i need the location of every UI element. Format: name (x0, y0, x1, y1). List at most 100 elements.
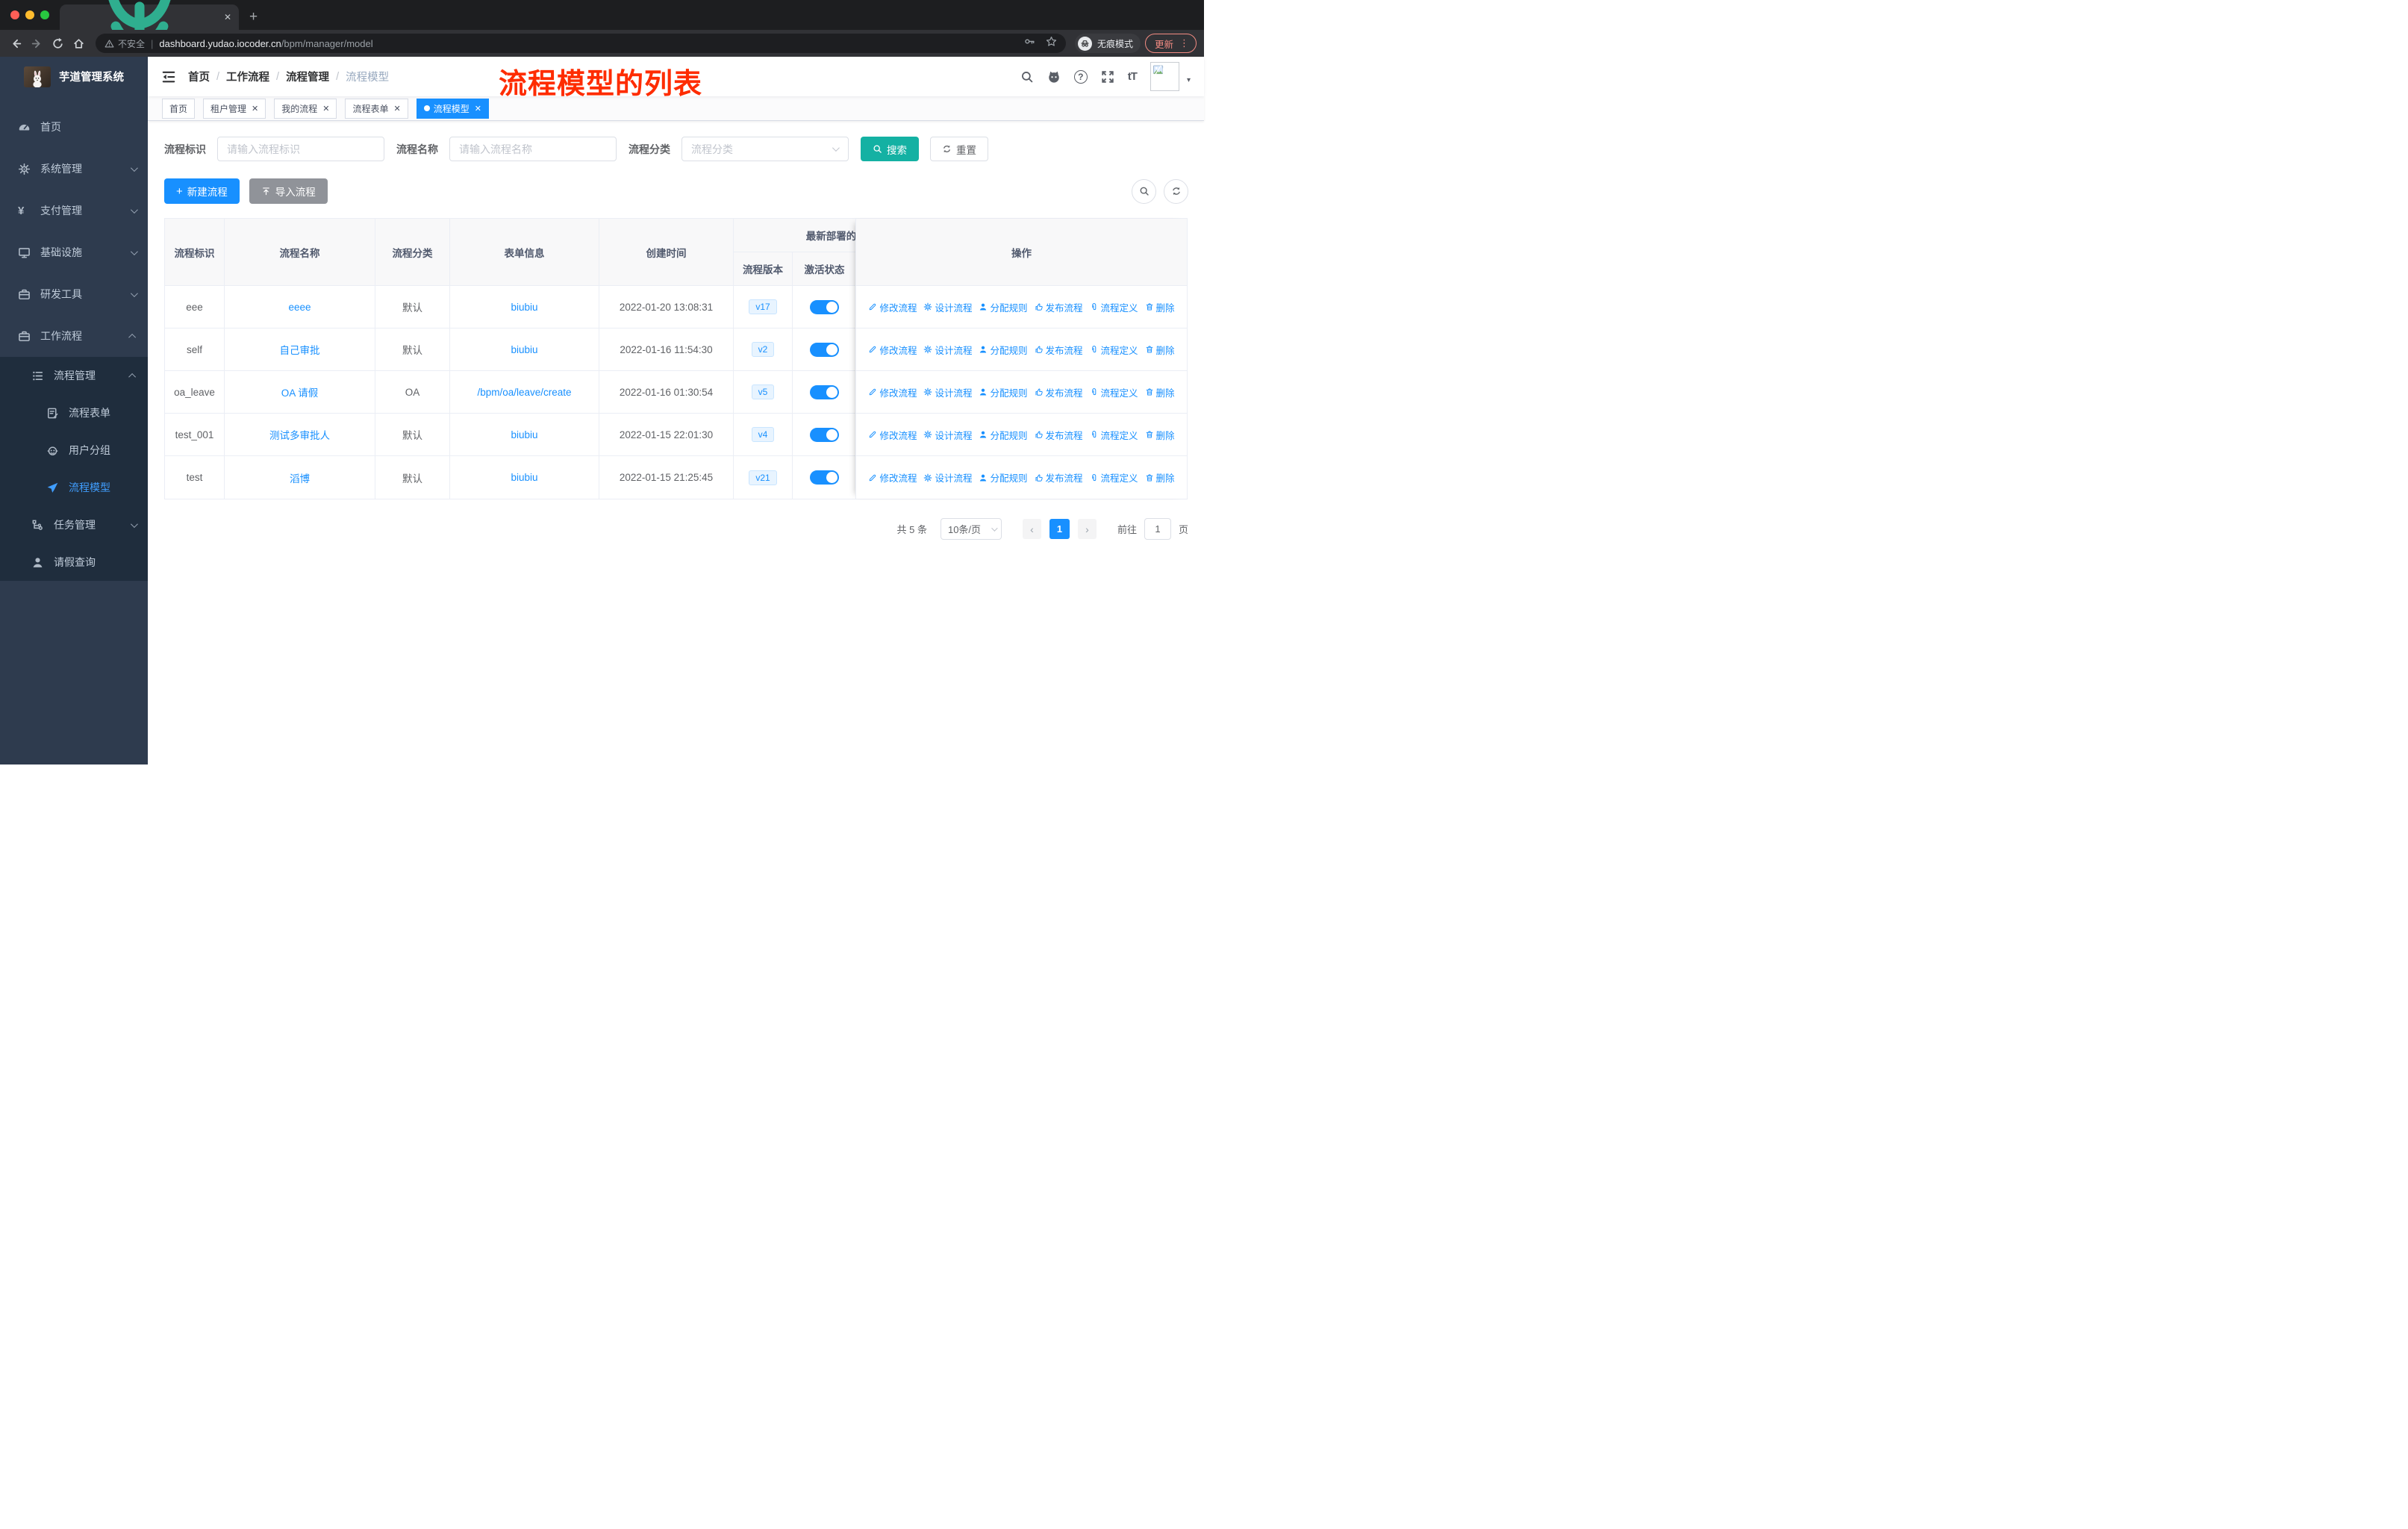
close-icon[interactable]: ✕ (252, 104, 258, 113)
assign-rule-link[interactable]: 分配规则 (979, 470, 1028, 485)
model-name-link[interactable]: 自己审批 (280, 342, 320, 357)
delete-link[interactable]: 删除 (1145, 385, 1175, 399)
refresh-table-button[interactable] (1164, 178, 1188, 204)
sidebar-item-process-model[interactable]: 流程模型 (0, 469, 148, 506)
github-icon[interactable] (1047, 70, 1061, 84)
model-name-link[interactable]: 测试多审批人 (269, 427, 330, 442)
sidebar-item-devtools[interactable]: 研发工具 (0, 273, 148, 315)
browser-tab[interactable]: 芋道管理系统 ✕ (60, 4, 239, 30)
tag-home[interactable]: 首页 (162, 98, 196, 119)
form-link[interactable]: biubiu (511, 429, 537, 440)
model-name-link[interactable]: 滔博 (290, 470, 310, 485)
process-definition-link[interactable]: 流程定义 (1090, 343, 1138, 357)
sidebar-item-home[interactable]: 首页 (0, 106, 148, 148)
delete-link[interactable]: 删除 (1145, 300, 1175, 314)
tag-tenant[interactable]: 租户管理 ✕ (203, 98, 266, 119)
import-process-button[interactable]: 导入流程 (249, 178, 328, 204)
process-definition-link[interactable]: 流程定义 (1090, 470, 1138, 485)
process-definition-link[interactable]: 流程定义 (1090, 300, 1138, 314)
avatar-caret-icon[interactable]: ▾ (1187, 76, 1191, 84)
create-process-button[interactable]: + 新建流程 (164, 178, 240, 204)
assign-rule-link[interactable]: 分配规则 (979, 343, 1028, 357)
design-process-link[interactable]: 设计流程 (923, 470, 972, 485)
help-icon[interactable]: ? (1073, 69, 1088, 84)
sidebar-item-workflow[interactable]: 工作流程 (0, 315, 148, 357)
breadcrumb-home[interactable]: 首页 (188, 69, 210, 84)
assign-rule-link[interactable]: 分配规则 (979, 428, 1028, 442)
new-tab-button[interactable]: + (249, 9, 258, 25)
user-avatar[interactable] (1150, 62, 1179, 91)
form-link[interactable]: /bpm/oa/leave/create (477, 387, 571, 398)
goto-page-input[interactable] (1144, 518, 1171, 540)
model-name-link[interactable]: OA 请假 (281, 384, 319, 399)
close-icon[interactable]: ✕ (394, 104, 401, 113)
edit-process-link[interactable]: 修改流程 (868, 343, 917, 357)
sidebar-item-task-mgmt[interactable]: 任务管理 (0, 506, 148, 544)
publish-process-link[interactable]: 发布流程 (1035, 428, 1083, 442)
publish-process-link[interactable]: 发布流程 (1035, 385, 1083, 399)
reset-button[interactable]: 重置 (930, 137, 988, 161)
form-link[interactable]: biubiu (511, 302, 537, 313)
forward-button[interactable] (28, 35, 45, 52)
maximize-window-button[interactable] (40, 10, 49, 19)
tag-process-model[interactable]: 流程模型 ✕ (416, 98, 489, 119)
active-toggle[interactable] (810, 470, 839, 485)
tab-close-icon[interactable]: ✕ (224, 12, 231, 22)
page-number-1[interactable]: 1 (1049, 519, 1070, 539)
page-size-select[interactable]: 10条/页 (940, 518, 1002, 540)
close-window-button[interactable] (10, 10, 19, 19)
design-process-link[interactable]: 设计流程 (923, 428, 972, 442)
sidebar-item-process-mgmt[interactable]: 流程管理 (0, 357, 148, 394)
font-size-icon[interactable]: tT (1128, 70, 1138, 83)
breadcrumb-workflow[interactable]: 工作流程 (226, 69, 269, 84)
form-link[interactable]: biubiu (511, 344, 537, 355)
design-process-link[interactable]: 设计流程 (923, 343, 972, 357)
site-security[interactable]: 不安全 (105, 37, 145, 50)
delete-link[interactable]: 删除 (1145, 428, 1175, 442)
next-page-button[interactable]: › (1077, 519, 1097, 539)
bookmark-star-icon[interactable] (1046, 36, 1057, 51)
edit-process-link[interactable]: 修改流程 (868, 470, 917, 485)
active-toggle[interactable] (810, 299, 839, 314)
edit-process-link[interactable]: 修改流程 (868, 428, 917, 442)
form-link[interactable]: biubiu (511, 472, 537, 483)
close-icon[interactable]: ✕ (475, 104, 481, 113)
back-button[interactable] (7, 35, 24, 52)
model-name-link[interactable]: eeee (288, 302, 311, 313)
home-button[interactable] (70, 35, 87, 52)
delete-link[interactable]: 删除 (1145, 343, 1175, 357)
tag-my-process[interactable]: 我的流程 ✕ (274, 98, 337, 119)
edit-process-link[interactable]: 修改流程 (868, 300, 917, 314)
publish-process-link[interactable]: 发布流程 (1035, 470, 1083, 485)
active-toggle[interactable] (810, 427, 839, 442)
address-bar[interactable]: 不安全 | dashboard.yudao.iocoder.cn/bpm/man… (96, 34, 1066, 53)
assign-rule-link[interactable]: 分配规则 (979, 385, 1028, 399)
password-key-icon[interactable] (1024, 36, 1035, 51)
process-definition-link[interactable]: 流程定义 (1090, 385, 1138, 399)
close-icon[interactable]: ✕ (322, 104, 329, 113)
process-name-input[interactable] (449, 137, 617, 161)
sidebar-item-process-form[interactable]: 流程表单 (0, 394, 148, 432)
category-select[interactable]: 流程分类 (681, 137, 849, 161)
design-process-link[interactable]: 设计流程 (923, 300, 972, 314)
search-icon[interactable] (1020, 70, 1034, 84)
sidebar-item-user-group[interactable]: 用户分组 (0, 432, 148, 469)
assign-rule-link[interactable]: 分配规则 (979, 300, 1028, 314)
publish-process-link[interactable]: 发布流程 (1035, 300, 1083, 314)
search-button[interactable]: 搜索 (861, 137, 919, 161)
active-toggle[interactable] (810, 384, 839, 399)
active-toggle[interactable] (810, 342, 839, 357)
publish-process-link[interactable]: 发布流程 (1035, 343, 1083, 357)
design-process-link[interactable]: 设计流程 (923, 385, 972, 399)
toggle-search-button[interactable] (1132, 178, 1156, 204)
browser-update-menu[interactable]: 更新 ⋮ (1144, 34, 1197, 53)
minimize-window-button[interactable] (25, 10, 34, 19)
breadcrumb-process-mgmt[interactable]: 流程管理 (286, 69, 329, 84)
sidebar-item-system[interactable]: 系统管理 (0, 148, 148, 190)
sidebar-item-infra[interactable]: 基础设施 (0, 231, 148, 273)
sidebar-fold-icon[interactable] (161, 69, 176, 84)
process-definition-link[interactable]: 流程定义 (1090, 428, 1138, 442)
process-key-input[interactable] (217, 137, 384, 161)
edit-process-link[interactable]: 修改流程 (868, 385, 917, 399)
reload-button[interactable] (49, 35, 66, 52)
